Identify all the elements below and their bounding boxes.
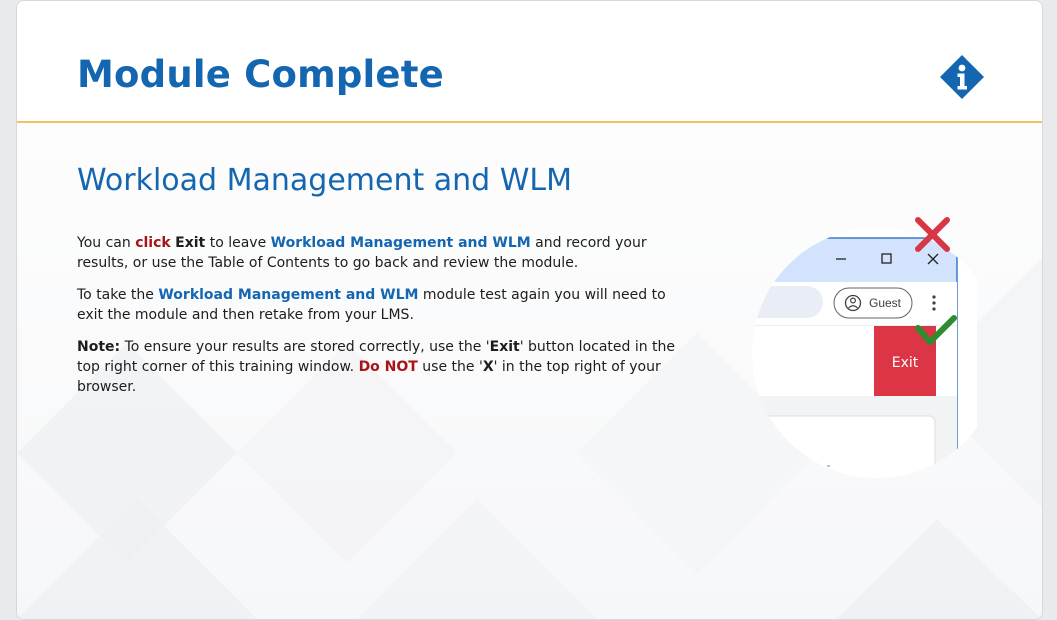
guest-label: Guest [869,296,902,310]
more-vert-icon[interactable] [932,295,936,311]
instructions: You can click Exit to leave Workload Man… [77,233,695,409]
emphasis-exit: Exit [489,339,520,355]
header: Module Complete [17,1,1042,123]
paragraph-retake: To take the Workload Management and WLM … [77,285,695,325]
text: use the ' [417,359,483,375]
text: To take the [77,287,159,303]
emphasis-do-not: Do NOT [358,359,418,375]
emphasis-click: click [135,235,171,251]
emphasis-x: X [482,359,494,375]
info-icon[interactable] [940,55,984,99]
text: to leave [205,235,271,251]
text: To ensure your results are stored correc… [120,339,490,355]
paragraph-exit: You can click Exit to leave Workload Man… [77,233,695,273]
text: You can [77,235,136,251]
emphasis-exit: Exit [175,235,206,251]
browser-exit-illustration: Guest Exit [752,217,977,478]
module-name: Workload Management and WLM [270,235,531,251]
note-label: Note: [77,339,121,355]
content-area: Workload Management and WLM You can clic… [17,123,1042,619]
paragraph-note: Note: To ensure your results are stored … [77,337,695,397]
module-subtitle: Workload Management and WLM [77,163,573,198]
page-title: Module Complete [77,53,444,96]
guest-profile-button[interactable]: Guest [833,287,913,319]
module-complete-card: Module Complete Workload Management and … [16,0,1043,620]
exit-button-label[interactable]: Exit [892,355,919,371]
module-name: Workload Management and WLM [158,287,419,303]
